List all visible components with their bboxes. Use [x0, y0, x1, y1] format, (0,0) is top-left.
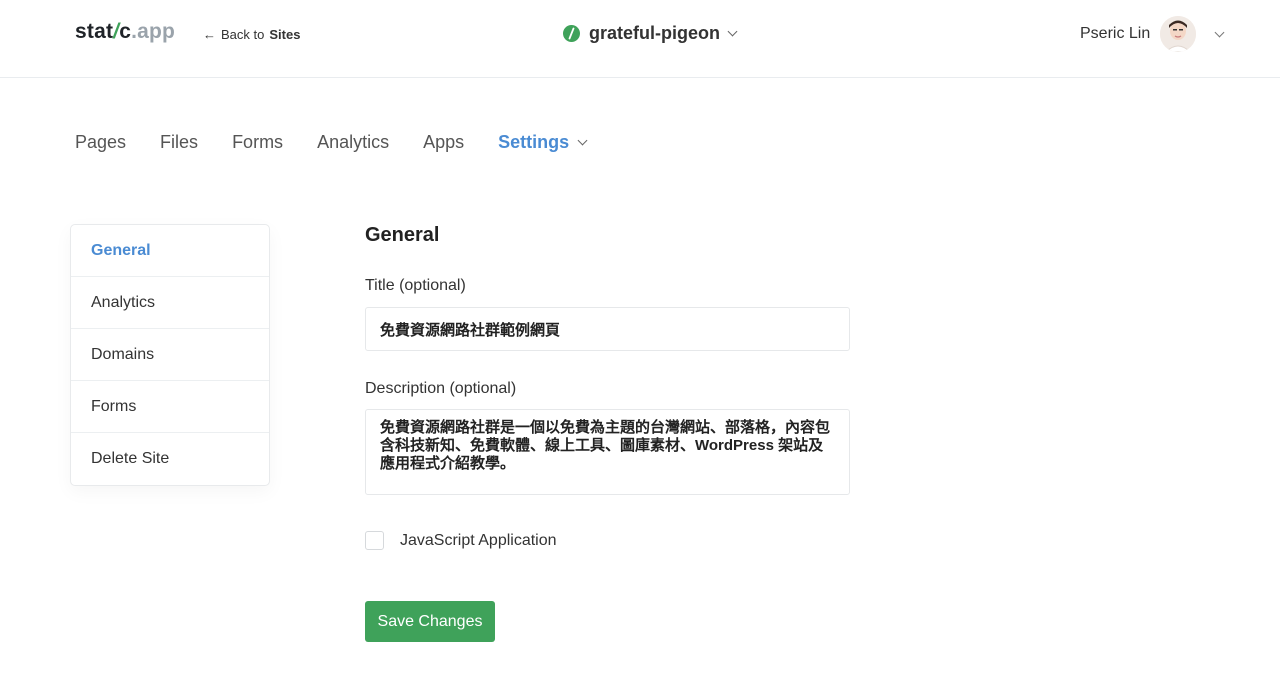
tab-pages[interactable]: Pages — [75, 132, 126, 153]
tab-settings[interactable]: Settings — [498, 132, 588, 153]
tab-label: Apps — [423, 132, 465, 152]
top-header: stat / c .app ← Back to Sites grateful-pige… — [0, 0, 1280, 78]
description-textarea[interactable]: 免費資源網路社群是一個以免費為主題的台灣網站、部落格，內容包含科技新知、免費軟體… — [365, 409, 850, 495]
javascript-application-label: JavaScript Application — [400, 531, 557, 549]
back-link-target: Sites — [269, 27, 301, 42]
logo-text-part3: .app — [131, 20, 176, 43]
site-switcher[interactable]: grateful-pigeon — [563, 23, 738, 44]
site-name: grateful-pigeon — [589, 23, 720, 43]
logo-text-part1: stat — [75, 20, 114, 43]
back-to-sites-link[interactable]: ← Back to Sites — [203, 27, 300, 42]
site-leaf-icon — [563, 25, 580, 42]
user-menu[interactable]: Pseric Lin — [1080, 16, 1225, 52]
user-name: Pseric Lin — [1080, 25, 1151, 42]
back-link-prefix: Back to — [221, 27, 265, 42]
sidebar-item-domains[interactable]: Domains — [71, 329, 269, 381]
page-title: General — [365, 224, 440, 246]
tab-label: Analytics — [317, 132, 390, 152]
sidebar-item-analytics[interactable]: Analytics — [71, 277, 269, 329]
save-changes-button[interactable]: Save Changes — [365, 601, 495, 642]
general-settings-form: General Title (optional) 免費資源網路社群範例網頁 De… — [365, 224, 851, 642]
tab-files[interactable]: Files — [160, 132, 198, 153]
sidebar-item-forms[interactable]: Forms — [71, 381, 269, 433]
chevron-down-icon — [727, 26, 738, 37]
tab-label: Files — [160, 132, 199, 152]
title-label: Title (optional) — [365, 277, 466, 294]
tab-label: Forms — [232, 132, 284, 152]
sidebar-item-delete-site[interactable]: Delete Site — [71, 433, 269, 485]
tab-label: Pages — [75, 132, 127, 152]
tab-label: Settings — [498, 132, 570, 152]
tab-analytics[interactable]: Analytics — [317, 132, 389, 153]
logo-text-part2: c — [119, 20, 132, 43]
description-label: Description (optional) — [365, 380, 517, 397]
chevron-down-icon — [577, 135, 588, 146]
javascript-application-option[interactable]: JavaScript Application — [365, 531, 851, 550]
tab-forms[interactable]: Forms — [232, 132, 283, 153]
arrow-left-icon: ← — [203, 27, 216, 42]
chevron-down-icon — [1214, 27, 1225, 37]
tab-apps[interactable]: Apps — [423, 132, 464, 153]
javascript-application-checkbox[interactable] — [365, 531, 384, 550]
settings-sidebar: General Analytics Domains Forms Delete S… — [70, 224, 270, 486]
avatar — [1160, 16, 1197, 52]
title-input[interactable]: 免費資源網路社群範例網頁 — [365, 307, 850, 351]
site-nav-tabs: Pages Files Forms Analytics Apps Setting… — [75, 132, 620, 153]
sidebar-item-general[interactable]: General — [71, 225, 269, 277]
static-app-logo[interactable]: stat / c .app — [75, 20, 175, 44]
